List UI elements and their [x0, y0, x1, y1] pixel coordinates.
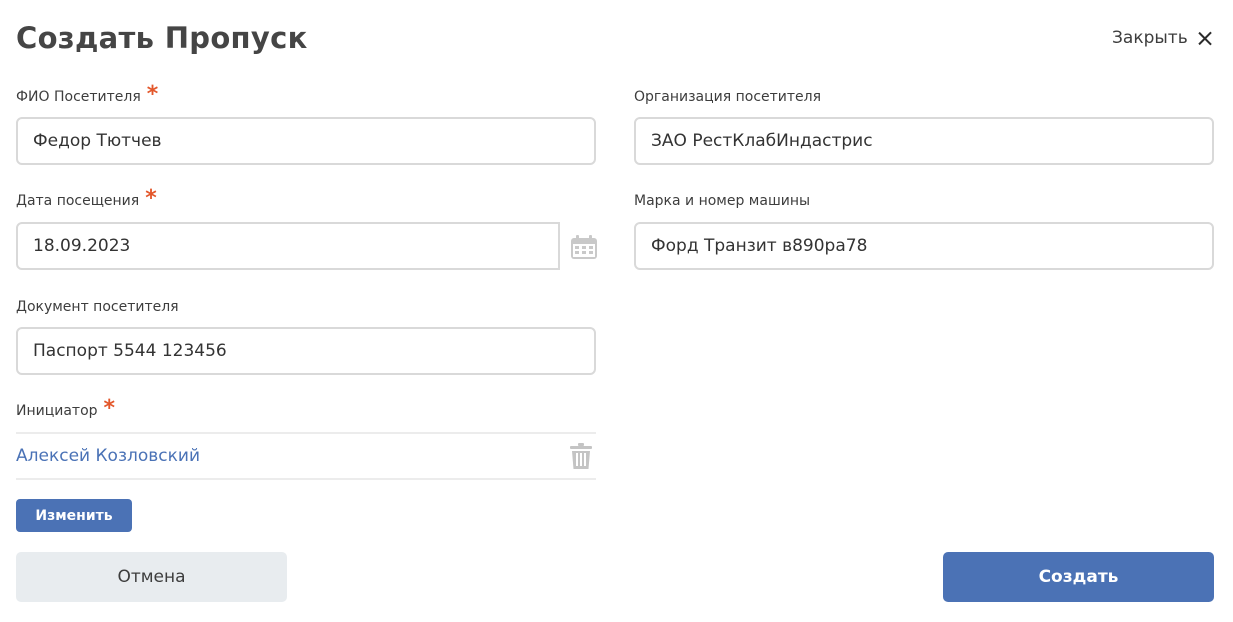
visit-date-label-text: Дата посещения [16, 193, 140, 209]
initiator-label: Инициатор * [16, 396, 116, 421]
required-mark: * [145, 186, 157, 211]
organization-value: ЗАО РестКлабИндастрис [651, 131, 873, 151]
document-label: Документ посетителя [16, 298, 179, 316]
change-button[interactable]: Изменить [16, 499, 132, 532]
visitor-name-field[interactable]: Федор Тютчев [16, 117, 596, 165]
organization-label-text: Организация посетителя [634, 89, 822, 105]
visit-date-field[interactable]: 18.09.2023 [16, 222, 560, 270]
visitor-name-value: Федор Тютчев [33, 131, 162, 151]
car-field[interactable]: Форд Транзит в890ра78 [634, 222, 1214, 270]
visitor-name-label-text: ФИО Посетителя [16, 89, 141, 105]
visit-date-label: Дата посещения * [16, 186, 157, 211]
close-label: Закрыть [1112, 28, 1188, 48]
create-button[interactable]: Создать [943, 552, 1214, 602]
initiator-row: Алексей Козловский [16, 432, 596, 480]
car-value: Форд Транзит в890ра78 [651, 236, 868, 256]
visitor-name-label: ФИО Посетителя * [16, 82, 159, 107]
calendar-icon[interactable] [571, 235, 597, 259]
document-field[interactable]: Паспорт 5544 123456 [16, 327, 596, 375]
document-value: Паспорт 5544 123456 [33, 341, 227, 361]
organization-field[interactable]: ЗАО РестКлабИндастрис [634, 117, 1214, 165]
car-label: Марка и номер машины [634, 192, 810, 210]
page-title: Создать Пропуск [16, 21, 308, 55]
close-button[interactable]: Закрыть [1112, 27, 1212, 49]
required-mark: * [146, 82, 159, 107]
required-mark: * [103, 396, 116, 421]
cancel-button[interactable]: Отмена [16, 552, 287, 602]
initiator-link[interactable]: Алексей Козловский [16, 446, 200, 466]
visit-date-value: 18.09.2023 [33, 236, 131, 256]
organization-label: Организация посетителя [634, 88, 821, 106]
car-label-text: Марка и номер машины [634, 193, 811, 209]
initiator-label-text: Инициатор [16, 403, 98, 419]
document-label-text: Документ посетителя [16, 299, 179, 315]
close-icon[interactable] [1198, 31, 1212, 45]
trash-icon[interactable] [570, 443, 592, 469]
